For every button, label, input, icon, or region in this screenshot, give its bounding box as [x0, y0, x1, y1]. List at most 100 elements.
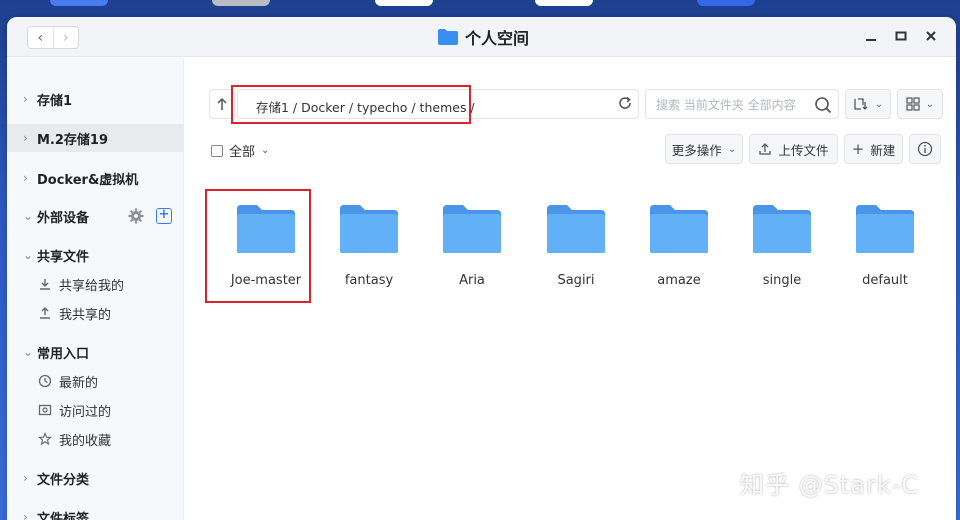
- external-device-tools: +: [128, 208, 172, 224]
- grid-view-icon: [906, 97, 920, 111]
- sidebar-item-file-tags[interactable]: › 文件标签: [7, 503, 184, 520]
- share-out-icon: [37, 306, 53, 320]
- window-title-text: 个人空间: [465, 29, 530, 48]
- chevron-right-icon: ›: [23, 471, 28, 485]
- sidebar-item-label: 文件标签: [37, 511, 90, 520]
- upload-label: 上传文件: [778, 142, 829, 158]
- sidebar-item-external-devices[interactable]: ⌄ 外部设备 +: [7, 202, 184, 230]
- folder-item[interactable]: amaze: [634, 203, 724, 288]
- sidebar-item-shared-with-me[interactable]: 共享给我的: [7, 270, 184, 298]
- title-bar: ‹ › 个人空间: [7, 17, 956, 57]
- chevron-down-icon: ⌄: [727, 143, 737, 155]
- select-all-checkbox[interactable]: [211, 144, 223, 157]
- folder-item[interactable]: default: [840, 203, 930, 288]
- info-icon: [917, 141, 933, 157]
- chevron-down-icon: ⌄: [23, 248, 34, 262]
- dock-hint: [697, 0, 755, 6]
- search-input[interactable]: [656, 96, 806, 114]
- visited-icon: [37, 403, 53, 417]
- sort-icon: [854, 98, 868, 110]
- dock-hint: [375, 0, 433, 6]
- folder-item[interactable]: single: [737, 203, 827, 288]
- chevron-down-icon: ⌄: [261, 145, 270, 156]
- window-controls: [864, 27, 938, 45]
- sort-button[interactable]: ⌄: [845, 89, 891, 119]
- folder-icon: [438, 29, 458, 45]
- sidebar-item-label: 共享给我的: [59, 278, 125, 294]
- plus-icon: +: [851, 140, 865, 158]
- folder-icon: [547, 205, 605, 253]
- folder-name: Aria: [459, 273, 485, 288]
- select-all-label: 全部: [229, 145, 256, 160]
- sidebar-item-docker-vm[interactable]: › Docker&虚拟机: [7, 164, 184, 192]
- upload-icon: [759, 143, 772, 155]
- search-icon[interactable]: [814, 96, 832, 114]
- sidebar-item-label: 我的收藏: [59, 433, 112, 449]
- chevron-right-icon: ›: [23, 131, 28, 145]
- sidebar-item-label: M.2存储19: [37, 132, 109, 148]
- folder-name: default: [862, 273, 908, 288]
- folder-icon: [443, 205, 501, 253]
- forward-button[interactable]: ›: [52, 27, 79, 48]
- sidebar-item-label: 我共享的: [59, 307, 112, 323]
- dock-hint: [535, 0, 593, 6]
- folder-highlight-box: [205, 189, 311, 303]
- folder-name: Sagiri: [557, 273, 595, 288]
- folder-icon: [650, 205, 708, 253]
- path-highlight-box: [231, 85, 471, 124]
- sidebar-item-m2-storage[interactable]: › M.2存储19: [7, 124, 184, 152]
- upload-button[interactable]: 上传文件: [749, 134, 838, 164]
- folder-name: fantasy: [344, 273, 394, 288]
- select-all[interactable]: 全部 ⌄: [211, 141, 269, 160]
- chevron-right-icon: ›: [23, 92, 28, 106]
- folder-item[interactable]: Aria: [427, 203, 517, 288]
- maximize-icon[interactable]: [894, 27, 908, 45]
- chevron-down-icon: ⌄: [23, 345, 34, 359]
- sidebar: › 存储1 › M.2存储19 › Docker&虚拟机 ⌄ 外部设备 + ⌄: [7, 58, 184, 520]
- refresh-icon[interactable]: [617, 95, 633, 111]
- chevron-right-icon: ›: [23, 510, 28, 520]
- sidebar-item-shared-files[interactable]: ⌄ 共享文件: [7, 241, 184, 269]
- chevron-right-icon: ›: [23, 171, 28, 185]
- sidebar-item-label: 文件分类: [37, 472, 90, 488]
- add-device-button[interactable]: +: [156, 208, 172, 224]
- info-button[interactable]: [909, 134, 941, 164]
- sidebar-item-recent[interactable]: 最新的: [7, 367, 184, 395]
- watermark: 知乎 @Stark-C: [740, 471, 920, 499]
- more-actions-label: 更多操作: [671, 142, 722, 158]
- folder-item[interactable]: fantasy: [324, 203, 414, 288]
- folder-item[interactable]: Sagiri: [531, 203, 621, 288]
- folder-icon: [856, 205, 914, 253]
- star-icon: [37, 432, 53, 446]
- sidebar-item-label: 存储1: [37, 93, 73, 109]
- sidebar-item-storage1[interactable]: › 存储1: [7, 85, 184, 113]
- folder-name: single: [762, 273, 802, 288]
- sidebar-item-favorites[interactable]: 我的收藏: [7, 425, 184, 453]
- dock-hint: [50, 0, 108, 6]
- new-label: 新建: [870, 142, 896, 158]
- sidebar-item-label: 外部设备: [37, 210, 90, 226]
- gear-icon[interactable]: [128, 208, 144, 224]
- share-in-icon: [37, 277, 53, 291]
- chevron-down-icon: ⌄: [925, 98, 935, 110]
- back-button[interactable]: ‹: [28, 27, 53, 48]
- new-button[interactable]: + 新建: [844, 134, 903, 164]
- nav-buttons: ‹ ›: [27, 26, 79, 49]
- sidebar-item-file-categories[interactable]: › 文件分类: [7, 464, 184, 492]
- sidebar-item-label: 访问过的: [59, 404, 112, 420]
- sidebar-item-label: 最新的: [59, 375, 99, 391]
- more-actions-button[interactable]: 更多操作 ⌄: [665, 134, 743, 164]
- dock-hint: [212, 0, 270, 6]
- clock-icon: [37, 374, 53, 388]
- folder-icon: [753, 205, 811, 253]
- sidebar-item-visited[interactable]: 访问过的: [7, 396, 184, 424]
- view-mode-button[interactable]: ⌄: [897, 89, 943, 119]
- minimize-icon[interactable]: [864, 27, 878, 45]
- close-icon[interactable]: [924, 27, 938, 45]
- sidebar-item-my-shares[interactable]: 我共享的: [7, 299, 184, 327]
- search-box: [645, 89, 839, 119]
- sidebar-item-label: Docker&虚拟机: [37, 172, 139, 188]
- sidebar-item-quick-access[interactable]: ⌄ 常用入口: [7, 338, 184, 366]
- chevron-down-icon: ⌄: [874, 98, 884, 110]
- file-manager-window: ‹ › 个人空间 › 存储1 › M.2存储19 › Docker&虚拟机 ⌄ …: [7, 17, 956, 520]
